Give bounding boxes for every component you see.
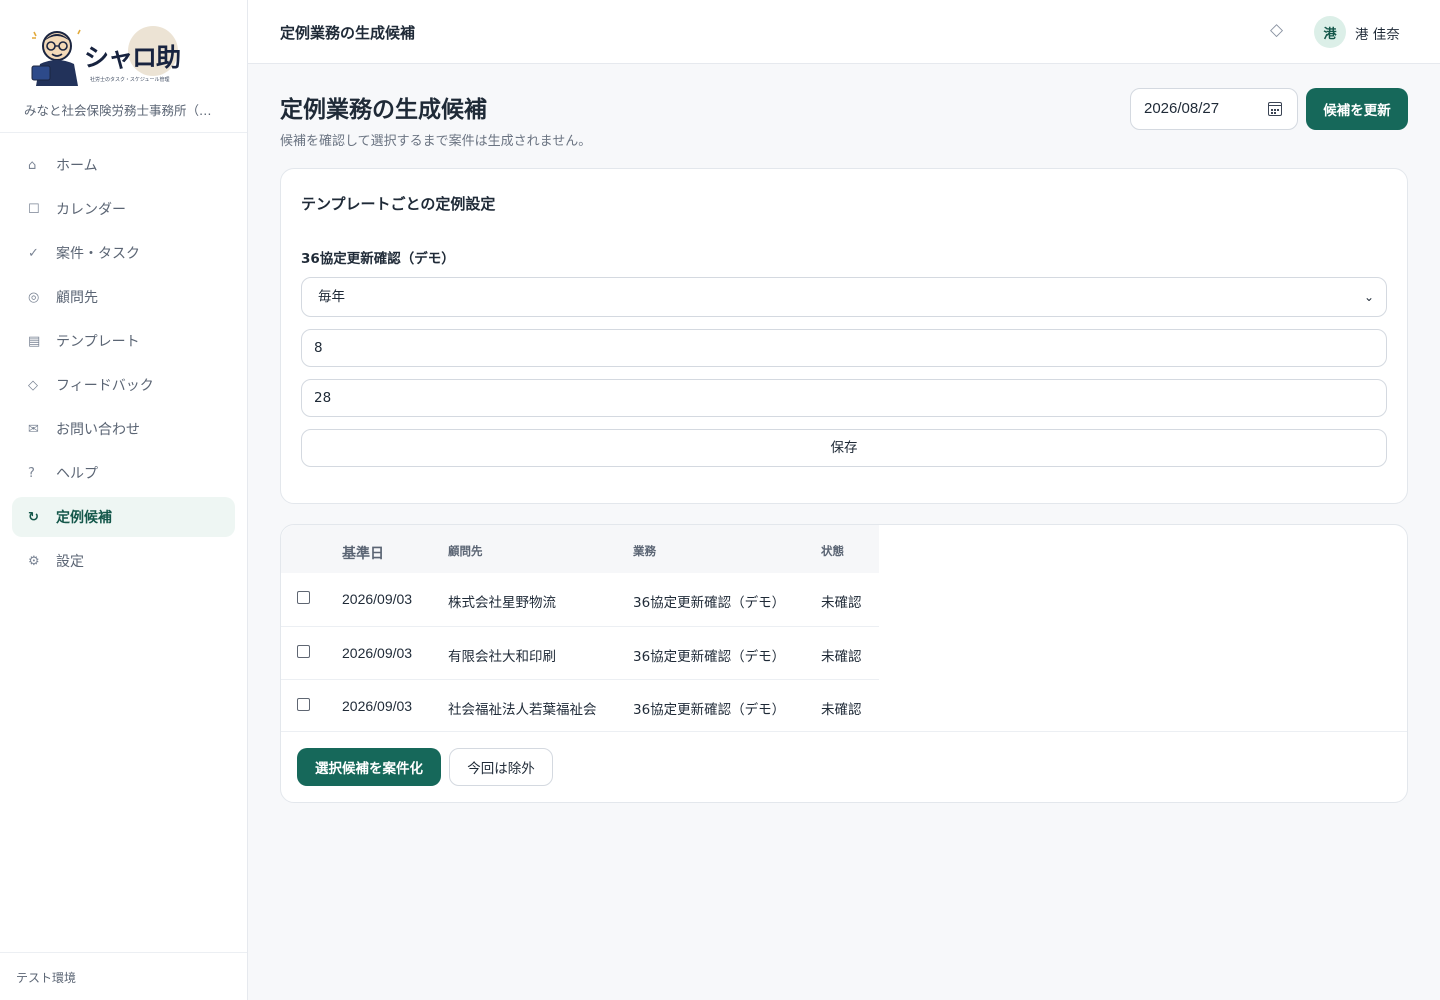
settings-card-title: テンプレートごとの定例設定 [301,195,496,213]
sidebar-item-label: フィードバック [56,378,154,394]
cell-status: 未確認 [821,595,862,611]
column-header-task[interactable]: 業務 [633,543,656,559]
sidebar-item-6[interactable]: ✉ お問い合わせ [12,409,235,449]
topbar-title: 定例業務の生成候補 [280,24,416,42]
sidebar-item-label: 案件・タスク [56,246,140,262]
sidebar-item-label: 定例候補 [56,510,112,526]
candidates-table: 基準日 顧問先 業務 状態 2026/09/03 株式会社星野物流 36協定更新確認… [281,525,879,732]
frequency-select[interactable]: 毎年 ⌄ [301,277,1387,317]
template-icon: ▤ [28,333,41,349]
recurrence-settings-card: テンプレートごとの定例設定 36協定更新確認（デモ） 毎年 ⌄ 8 28 保存 [280,168,1408,504]
page-subtitle: 候補を確認して選択するまで案件は生成されません。 [280,134,592,149]
cell-date: 2026/09/03 [342,591,413,607]
home-icon: ⌂ [28,157,37,173]
topbar: 定例業務の生成候補 ◇ 港 港 佳奈 [248,0,1440,64]
feedback-icon: ◇ [28,377,38,393]
cell-date: 2026/09/03 [342,645,413,661]
calendar-picker-icon[interactable] [1268,102,1282,116]
sidebar-item-label: お問い合わせ [56,422,140,438]
cell-status: 未確認 [821,649,862,665]
sidebar-item-label: カレンダー [56,202,126,218]
template-name-label: 36協定更新確認（デモ） [301,251,455,267]
day-input[interactable]: 28 [301,379,1387,417]
sidebar-item-label: ホーム [56,158,98,174]
check-icon: ✓ [28,245,39,261]
cell-task: 36協定更新確認（デモ） [633,595,786,611]
table-row[interactable]: 2026/09/03 株式会社星野物流 36協定更新確認（デモ） 未確認 [281,573,879,626]
sidebar-item-0[interactable]: ⌂ ホーム [12,145,235,185]
column-header-client[interactable]: 顧問先 [448,543,483,559]
main-content: 定例業務の生成候補 候補を確認して選択するまで案件は生成されません。 2026/… [280,64,1408,803]
gear-icon: ⚙ [28,553,40,569]
row-checkbox[interactable] [297,591,310,604]
cell-client: 社会福祉法人若葉福祉会 [448,702,597,718]
sidebar-item-5[interactable]: ◇ フィードバック [12,365,235,405]
help-icon: ? [28,465,35,481]
frequency-value: 毎年 [318,289,345,305]
app-logo[interactable]: シャロ助 社労士のタスク・スケジュール管理 [24,20,184,92]
divider [281,731,1407,732]
chevron-down-icon: ⌄ [1363,290,1374,304]
candidates-card: 基準日 顧問先 業務 状態 2026/09/03 株式会社星野物流 36協定更新確認… [280,524,1408,803]
office-name: みなと社会保険労務士事務所（デモ） [24,103,224,118]
sidebar-item-1[interactable]: ☐ カレンダー [12,189,235,229]
row-checkbox[interactable] [297,645,310,658]
table-row[interactable]: 2026/09/03 有限会社大和印刷 36協定更新確認（デモ） 未確認 [281,626,879,679]
sidebar-nav: ⌂ ホーム ☐ カレンダー ✓ 案件・タスク ◎ 顧問先 ▤ テンプレート ◇ フィードバック ✉ お問い… [0,133,247,597]
cell-task: 36協定更新確認（デモ） [633,702,786,718]
table-header: 基準日 顧問先 業務 状態 [281,525,879,573]
logo-subtitle: 社労士のタスク・スケジュール管理 [90,77,170,83]
environment-label: テスト環境 [0,952,247,1000]
avatar[interactable]: 港 [1314,16,1346,48]
sidebar-item-label: ヘルプ [56,466,98,482]
sidebar: シャロ助 社労士のタスク・スケジュール管理 みなと社会保険労務士事務所（デモ） … [0,0,248,1000]
table-row[interactable]: 2026/09/03 社会福祉法人若葉福祉会 36協定更新確認（デモ） 未確認 [281,679,879,732]
sidebar-item-2[interactable]: ✓ 案件・タスク [12,233,235,273]
cell-client: 株式会社星野物流 [448,595,556,611]
sidebar-item-label: 設定 [56,554,84,570]
sidebar-item-7[interactable]: ? ヘルプ [12,453,235,493]
column-header-date[interactable]: 基準日 [342,543,384,563]
column-header-status[interactable]: 状態 [821,543,844,559]
diamond-icon[interactable]: ◇ [1270,20,1283,40]
table-body: 2026/09/03 株式会社星野物流 36協定更新確認（デモ） 未確認 2026/09… [281,573,879,732]
mail-icon: ✉ [28,421,39,437]
cell-client: 有限会社大和印刷 [448,649,556,665]
refresh-icon: ↻ [28,509,39,525]
save-button[interactable]: 保存 [301,429,1387,467]
cell-status: 未確認 [821,702,862,718]
user-name[interactable]: 港 佳奈 [1355,23,1400,43]
calendar-icon: ☐ [28,201,40,217]
clients-icon: ◎ [28,289,40,305]
sidebar-item-3[interactable]: ◎ 顧問先 [12,277,235,317]
page-header: 定例業務の生成候補 候補を確認して選択するまで案件は生成されません。 2026/… [280,64,1408,168]
logo-text: シャロ助 [84,43,181,72]
sidebar-item-label: 顧問先 [56,290,98,306]
mascot-icon [31,29,81,86]
sidebar-item-9[interactable]: ⚙ 設定 [12,541,235,581]
cell-task: 36協定更新確認（デモ） [633,649,786,665]
sidebar-item-8[interactable]: ↻ 定例候補 [12,497,235,537]
cell-date: 2026/09/03 [342,698,413,714]
brand: シャロ助 社労士のタスク・スケジュール管理 みなと社会保険労務士事務所（デモ） [0,0,247,133]
page-title: 定例業務の生成候補 [280,97,487,123]
sidebar-item-label: テンプレート [56,334,140,350]
row-checkbox[interactable] [297,698,310,711]
sidebar-item-4[interactable]: ▤ テンプレート [12,321,235,361]
month-input[interactable]: 8 [301,329,1387,367]
create-cases-button[interactable]: 選択候補を案件化 [297,748,441,786]
exclude-button[interactable]: 今回は除外 [449,748,553,786]
refresh-candidates-button[interactable]: 候補を更新 [1306,88,1408,130]
